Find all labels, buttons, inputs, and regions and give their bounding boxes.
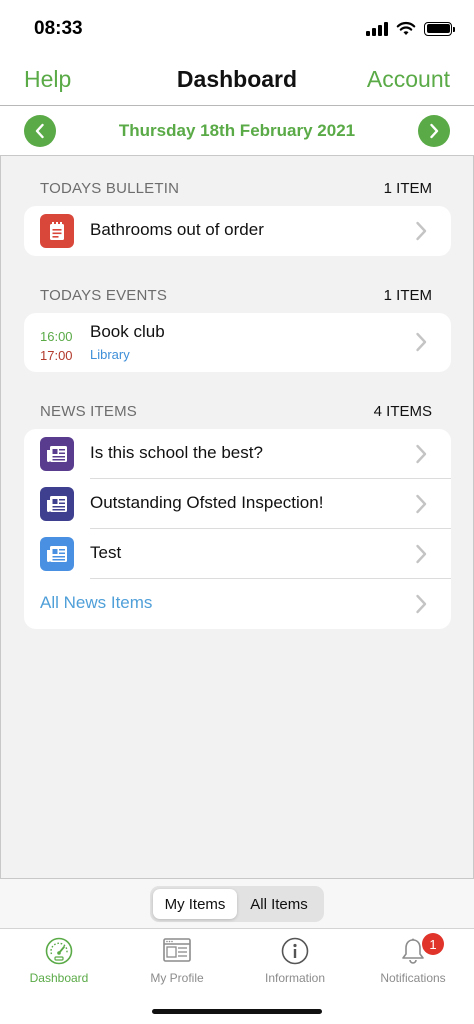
chevron-right-icon [416, 594, 427, 614]
tab-label: Information [264, 971, 326, 985]
next-day-button[interactable] [418, 115, 450, 147]
account-button[interactable]: Account [367, 66, 450, 93]
all-news-items-link[interactable]: All News Items [24, 579, 451, 629]
all-news-items-label: All News Items [40, 593, 153, 612]
navigation-bar: Help Dashboard Account [0, 58, 474, 106]
event-start-time: 16:00 [40, 329, 73, 344]
tab-my-profile[interactable]: My Profile [118, 929, 236, 991]
notepad-icon [40, 214, 74, 248]
cellular-signal-icon [366, 21, 388, 36]
notification-badge: 1 [422, 933, 444, 955]
tab-label: Dashboard [29, 971, 89, 985]
chevron-right-icon [416, 221, 427, 241]
chevron-right-icon [416, 544, 427, 564]
chevron-right-icon [430, 123, 439, 139]
event-location: Library [90, 347, 130, 362]
chevron-right-icon [416, 332, 427, 352]
newspaper-icon [40, 487, 74, 521]
tab-dashboard[interactable]: Dashboard [0, 929, 118, 991]
bulletin-section-title: TODAYS BULLETIN [40, 180, 180, 197]
battery-icon [424, 21, 455, 36]
events-section-header: TODAYS EVENTS 1 ITEM [40, 287, 432, 304]
bulletin-count: 1 ITEM [383, 180, 432, 197]
date-bar: Thursday 18th February 2021 [0, 106, 474, 156]
news-count: 4 ITEMS [373, 403, 432, 420]
event-end-time: 17:00 [40, 348, 73, 363]
speedometer-icon [45, 937, 73, 965]
profile-card-icon [163, 938, 191, 962]
event-title: Book club [90, 322, 165, 341]
info-icon [281, 937, 309, 965]
bulletin-item-label: Bathrooms out of order [90, 220, 264, 239]
news-section-header: NEWS ITEMS 4 ITEMS [40, 403, 432, 420]
news-item-row[interactable]: Test [24, 529, 451, 579]
status-bar: 08:33 [0, 0, 474, 58]
tab-information[interactable]: Information [236, 929, 354, 991]
tab-label: My Profile [150, 971, 204, 985]
home-indicator [152, 1009, 322, 1014]
tab-bar: Dashboard My Profile Information 1 Notif… [0, 928, 474, 1024]
tab-notifications[interactable]: 1 Notifications [354, 929, 472, 991]
tab-label: Notifications [380, 971, 446, 985]
news-card: Is this school the best? Outstanding Ofs… [24, 429, 451, 629]
event-row[interactable]: 16:00 17:00 Book club Library [24, 313, 451, 372]
status-icons [366, 21, 455, 36]
events-section-title: TODAYS EVENTS [40, 287, 168, 304]
newspaper-icon [40, 437, 74, 471]
event-times: 16:00 17:00 [40, 327, 73, 365]
status-time: 08:33 [34, 18, 83, 39]
news-item-row[interactable]: Outstanding Ofsted Inspection! [24, 479, 451, 529]
newspaper-icon [40, 537, 74, 571]
items-filter-bar: My Items All Items [0, 878, 474, 928]
bulletin-card: Bathrooms out of order [24, 206, 451, 256]
wifi-icon [396, 21, 416, 35]
news-item-label: Outstanding Ofsted Inspection! [90, 493, 324, 512]
items-segmented-control: My Items All Items [150, 886, 324, 922]
news-item-label: Test [90, 543, 122, 562]
news-item-label: Is this school the best? [90, 443, 263, 462]
chevron-right-icon [416, 494, 427, 514]
current-date: Thursday 18th February 2021 [118, 121, 356, 140]
segment-my-items[interactable]: My Items [153, 889, 237, 919]
chevron-right-icon [416, 444, 427, 464]
events-count: 1 ITEM [383, 287, 432, 304]
news-section-title: NEWS ITEMS [40, 403, 138, 420]
news-item-row[interactable]: Is this school the best? [24, 429, 451, 479]
bulletin-row[interactable]: Bathrooms out of order [24, 206, 451, 256]
bulletin-section-header: TODAYS BULLETIN 1 ITEM [40, 180, 432, 197]
segment-all-items[interactable]: All Items [237, 889, 321, 919]
events-card: 16:00 17:00 Book club Library [24, 313, 451, 372]
